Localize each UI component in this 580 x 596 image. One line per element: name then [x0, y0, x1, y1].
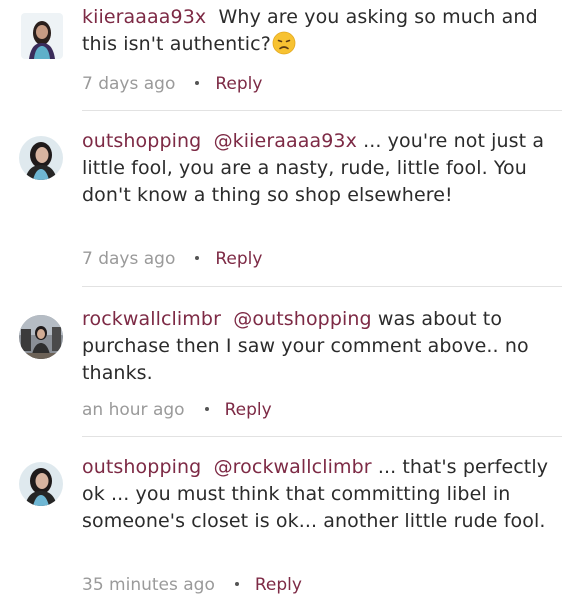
reply-button[interactable]: Reply	[215, 74, 262, 94]
comment-timestamp: 7 days ago	[82, 249, 176, 269]
avatar[interactable]	[19, 315, 63, 359]
comment-mention[interactable]: @outshopping	[233, 308, 371, 330]
comment-text: kiieraaaa93x Why are you asking so much …	[82, 4, 562, 58]
divider	[82, 110, 562, 111]
reply-button[interactable]: Reply	[225, 400, 272, 420]
comment-meta: 7 days ago Reply	[82, 73, 262, 95]
comment-username[interactable]: kiieraaaa93x	[82, 6, 206, 28]
comment-timestamp: 35 minutes ago	[82, 575, 215, 595]
avatar[interactable]	[19, 136, 63, 180]
comment-mention[interactable]: @kiieraaaa93x	[214, 130, 357, 152]
comment-meta: 35 minutes ago Reply	[82, 574, 302, 596]
comment-meta: an hour ago Reply	[82, 399, 272, 421]
avatar[interactable]	[21, 13, 63, 59]
separator-dot	[234, 582, 239, 586]
avatar-image	[19, 462, 63, 506]
avatar[interactable]	[19, 462, 63, 506]
reply-button[interactable]: Reply	[255, 575, 302, 595]
disappointed-face-emoji-icon	[272, 31, 296, 55]
comment-text: outshopping @rockwallclimbr ... that's p…	[82, 454, 562, 535]
divider	[82, 436, 562, 437]
comment-username[interactable]: outshopping	[82, 456, 201, 478]
comment-meta: 7 days ago Reply	[82, 248, 262, 270]
separator-dot	[195, 81, 200, 85]
comment-mention[interactable]: @rockwallclimbr	[214, 456, 372, 478]
comment-timestamp: an hour ago	[82, 400, 185, 420]
avatar-image	[21, 13, 63, 59]
comment-text: outshopping @kiieraaaa93x ... you're not…	[82, 128, 562, 209]
comment-timestamp: 7 days ago	[82, 74, 176, 94]
avatar-image	[19, 136, 63, 180]
comment-username[interactable]: outshopping	[82, 130, 201, 152]
comment-username[interactable]: rockwallclimbr	[82, 308, 221, 330]
comment-text: rockwallclimbr @outshopping was about to…	[82, 306, 562, 387]
separator-dot	[204, 407, 209, 411]
divider	[82, 286, 562, 287]
avatar-image	[19, 315, 63, 359]
separator-dot	[195, 256, 200, 260]
reply-button[interactable]: Reply	[215, 249, 262, 269]
